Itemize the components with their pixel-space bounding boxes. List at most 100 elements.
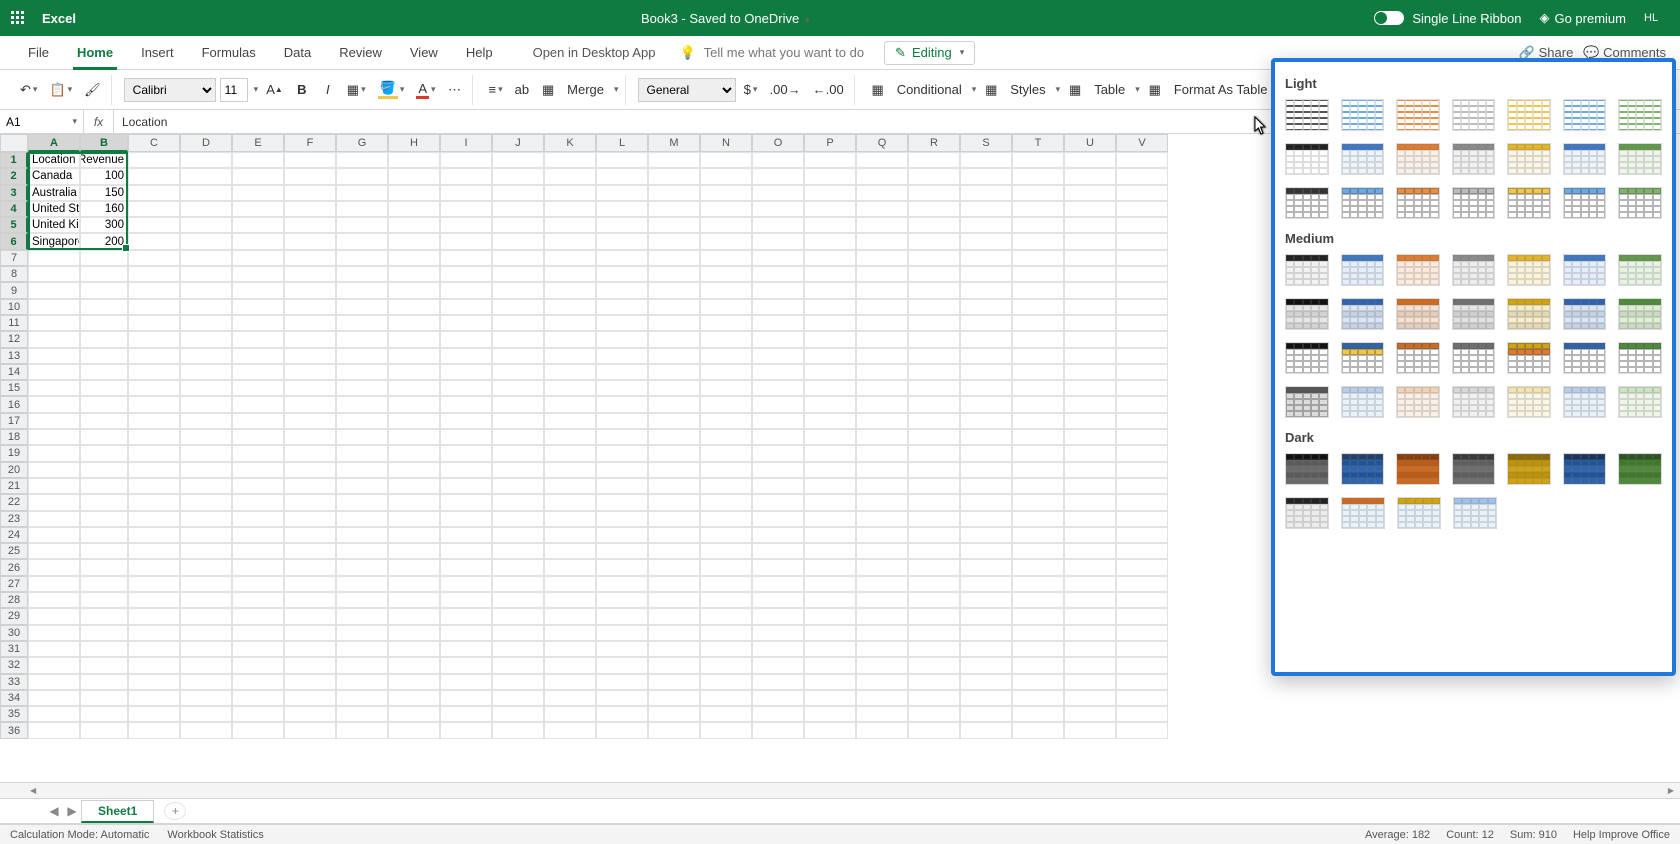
cell[interactable] xyxy=(388,168,440,184)
cell[interactable] xyxy=(336,348,388,364)
cell[interactable] xyxy=(336,690,388,706)
cell[interactable] xyxy=(856,331,908,347)
cell[interactable] xyxy=(752,527,804,543)
cell[interactable] xyxy=(908,462,960,478)
cell[interactable] xyxy=(960,233,1012,249)
cell[interactable] xyxy=(440,413,492,429)
cell[interactable] xyxy=(596,429,648,445)
row-header[interactable]: 27 xyxy=(0,576,28,592)
cell[interactable] xyxy=(700,429,752,445)
cell[interactable] xyxy=(440,674,492,690)
cell[interactable] xyxy=(752,233,804,249)
cell[interactable] xyxy=(284,608,336,624)
cell[interactable] xyxy=(388,429,440,445)
cell[interactable] xyxy=(1012,168,1064,184)
cell[interactable] xyxy=(856,168,908,184)
cell[interactable] xyxy=(336,511,388,527)
cell[interactable] xyxy=(856,674,908,690)
cell[interactable] xyxy=(388,722,440,738)
menu-tab-formulas[interactable]: Formulas xyxy=(188,36,270,70)
cell[interactable] xyxy=(752,201,804,217)
cell[interactable] xyxy=(284,413,336,429)
cell[interactable] xyxy=(648,282,700,298)
cell[interactable] xyxy=(80,494,128,510)
italic-button[interactable]: I xyxy=(317,77,339,103)
cell[interactable] xyxy=(1116,233,1168,249)
table-style-thumb[interactable] xyxy=(1396,342,1440,374)
cell[interactable] xyxy=(1116,608,1168,624)
cell[interactable] xyxy=(856,592,908,608)
cell[interactable] xyxy=(1012,478,1064,494)
increase-font-button[interactable]: A▲ xyxy=(262,77,287,103)
cell[interactable] xyxy=(908,201,960,217)
cell[interactable] xyxy=(1012,608,1064,624)
cell[interactable] xyxy=(440,445,492,461)
cell[interactable] xyxy=(232,690,284,706)
cell[interactable] xyxy=(1116,576,1168,592)
cell[interactable] xyxy=(492,657,544,673)
cell[interactable] xyxy=(440,592,492,608)
table-style-thumb[interactable] xyxy=(1452,453,1496,485)
cell[interactable] xyxy=(544,315,596,331)
cell[interactable] xyxy=(80,625,128,641)
cell[interactable] xyxy=(1012,494,1064,510)
cell[interactable] xyxy=(336,641,388,657)
cell[interactable] xyxy=(28,543,80,559)
cell[interactable] xyxy=(960,706,1012,722)
cell[interactable] xyxy=(28,706,80,722)
cell[interactable] xyxy=(388,674,440,690)
cell[interactable] xyxy=(28,722,80,738)
table-style-thumb[interactable] xyxy=(1285,386,1329,418)
cell[interactable] xyxy=(856,282,908,298)
table-style-thumb[interactable] xyxy=(1285,497,1329,529)
cell[interactable] xyxy=(232,706,284,722)
table-style-thumb[interactable] xyxy=(1563,187,1607,219)
cell[interactable] xyxy=(804,250,856,266)
cell[interactable] xyxy=(80,364,128,380)
cell[interactable] xyxy=(804,494,856,510)
cell[interactable] xyxy=(1012,233,1064,249)
cell[interactable] xyxy=(856,429,908,445)
single-line-ribbon-toggle[interactable]: Single Line Ribbon xyxy=(1374,11,1521,26)
cell[interactable] xyxy=(80,543,128,559)
cell[interactable] xyxy=(908,331,960,347)
cell[interactable] xyxy=(232,348,284,364)
cell[interactable] xyxy=(1064,413,1116,429)
cell[interactable] xyxy=(232,396,284,412)
cell[interactable] xyxy=(180,217,232,233)
cell[interactable] xyxy=(388,152,440,168)
cell[interactable] xyxy=(1064,445,1116,461)
cell[interactable] xyxy=(388,511,440,527)
cell[interactable] xyxy=(596,168,648,184)
cell[interactable] xyxy=(232,625,284,641)
cell[interactable] xyxy=(544,380,596,396)
cell[interactable] xyxy=(492,706,544,722)
cell[interactable] xyxy=(960,722,1012,738)
cell[interactable] xyxy=(284,494,336,510)
cell[interactable] xyxy=(544,625,596,641)
cell[interactable] xyxy=(648,445,700,461)
cell[interactable] xyxy=(336,445,388,461)
cell[interactable] xyxy=(492,511,544,527)
cell[interactable] xyxy=(232,413,284,429)
cell[interactable] xyxy=(388,380,440,396)
cell[interactable] xyxy=(1064,527,1116,543)
cell[interactable] xyxy=(80,429,128,445)
cell[interactable] xyxy=(960,543,1012,559)
cell[interactable] xyxy=(28,348,80,364)
col-header-I[interactable]: I xyxy=(440,134,492,152)
cell[interactable] xyxy=(700,706,752,722)
app-launcher-icon[interactable] xyxy=(0,10,36,26)
cell[interactable] xyxy=(1116,722,1168,738)
cell[interactable] xyxy=(180,348,232,364)
cell[interactable] xyxy=(492,462,544,478)
cell[interactable] xyxy=(596,462,648,478)
cell[interactable] xyxy=(752,592,804,608)
cell[interactable] xyxy=(752,674,804,690)
cell[interactable] xyxy=(232,233,284,249)
cell[interactable] xyxy=(128,282,180,298)
cell[interactable] xyxy=(180,152,232,168)
cell[interactable] xyxy=(804,299,856,315)
cell[interactable] xyxy=(752,722,804,738)
row-header[interactable]: 22 xyxy=(0,494,28,510)
